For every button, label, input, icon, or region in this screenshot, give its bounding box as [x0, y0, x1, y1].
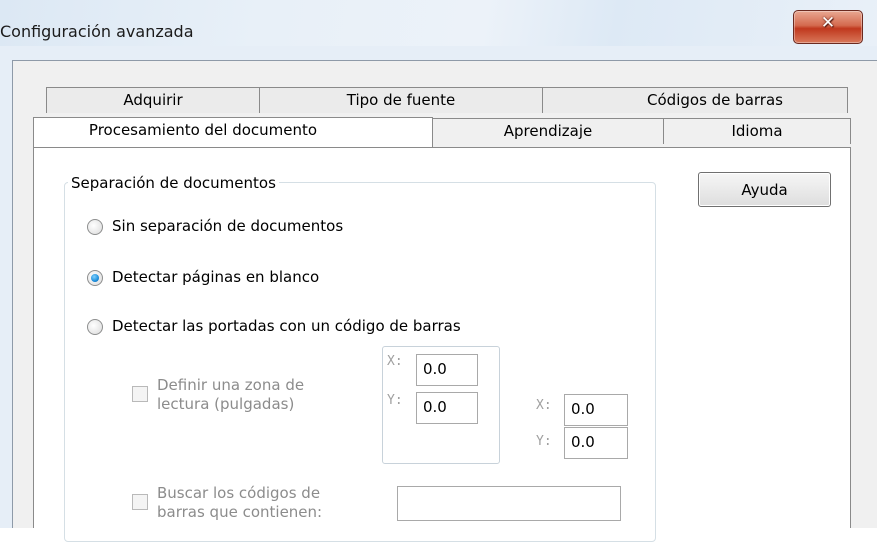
radio-no-separation[interactable]: Sin separación de documentos	[87, 217, 407, 239]
tab-label: Tipo de fuente	[346, 91, 456, 109]
radio-icon[interactable]	[87, 319, 103, 335]
radio-label: Detectar páginas en blanco	[112, 268, 320, 286]
read-zone-checkbox[interactable]	[132, 386, 148, 402]
dialog-window: Configuración avanzada ✕ Adquirir Tipo d…	[0, 0, 877, 542]
tab-panel-procesamiento: Separación de documentos Ayuda Sin separ…	[33, 147, 851, 542]
group-title: Separación de documentos	[68, 174, 279, 192]
y1-label: Y:	[387, 393, 403, 408]
barcode-search-checkbox[interactable]	[132, 494, 148, 510]
x2-input[interactable]: 0.0	[564, 394, 628, 426]
tab-label: Aprendizaje	[503, 122, 593, 140]
tab-aprendizaje[interactable]: Aprendizaje	[432, 118, 664, 144]
x1-label: X:	[387, 354, 403, 369]
tab-label: Idioma	[731, 122, 783, 140]
barcode-search-label-line1: Buscar los códigos de	[157, 484, 321, 502]
window-title: Configuración avanzada	[0, 22, 194, 41]
tab-label: Códigos de barras	[647, 91, 783, 109]
radio-label: Detectar las portadas con un código de b…	[112, 317, 461, 335]
radio-detect-barcode-covers[interactable]: Detectar las portadas con un código de b…	[87, 317, 547, 339]
y2-input[interactable]: 0.0	[564, 427, 628, 459]
help-button[interactable]: Ayuda	[698, 172, 831, 207]
radio-icon-selected[interactable]	[87, 270, 103, 286]
x1-input[interactable]: 0.0	[416, 354, 478, 386]
tab-adquirir[interactable]: Adquirir	[46, 87, 260, 113]
barcode-filter-input[interactable]	[397, 486, 621, 521]
y2-label: Y:	[536, 434, 552, 449]
title-bar[interactable]: Configuración avanzada ✕	[0, 0, 877, 46]
tab-label: Adquirir	[123, 91, 183, 109]
tab-idioma[interactable]: Idioma	[663, 118, 851, 144]
barcode-search-label-line2: barras que contienen:	[157, 503, 323, 521]
x2-label: X:	[536, 398, 552, 413]
tab-codigos-de-barras[interactable]: Códigos de barras	[542, 87, 848, 113]
tab-tipo-de-fuente[interactable]: Tipo de fuente	[259, 87, 543, 113]
tab-label: Procesamiento del documento	[88, 121, 318, 139]
radio-icon[interactable]	[87, 219, 103, 235]
close-button[interactable]: ✕	[793, 10, 863, 44]
radio-dot-icon	[91, 274, 99, 282]
close-icon: ✕	[820, 13, 836, 33]
radio-detect-blank-pages[interactable]: Detectar páginas en blanco	[87, 268, 407, 290]
radio-label: Sin separación de documentos	[112, 217, 344, 235]
tab-procesamiento-del-documento[interactable]: Procesamiento del documento	[33, 117, 433, 147]
y1-input[interactable]: 0.0	[416, 392, 478, 424]
read-zone-label-line2: lectura (pulgadas)	[157, 395, 295, 413]
read-zone-label-line1: Definir una zona de	[157, 376, 305, 394]
